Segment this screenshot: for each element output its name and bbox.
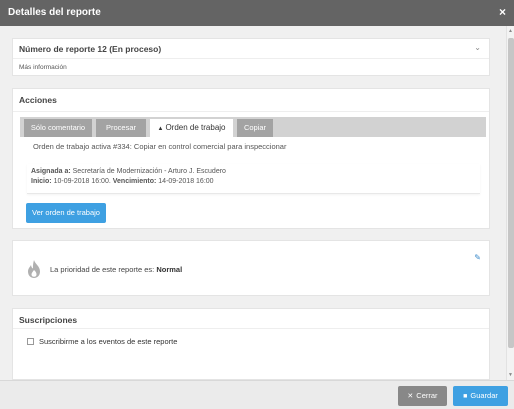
divider xyxy=(13,328,489,329)
close-button[interactable]: ✕ Cerrar xyxy=(398,386,447,406)
dialog-content[interactable]: Número de reporte 12 (En proceso) ⌄ Más … xyxy=(0,26,506,380)
report-panel: Número de reporte 12 (En proceso) ⌄ Más … xyxy=(12,38,490,76)
dialog-footer: ✕ Cerrar ■ Guardar xyxy=(0,380,514,409)
view-work-order-button[interactable]: Ver orden de trabajo xyxy=(26,203,106,223)
assigned-value: Secretaría de Modernización - Arturo J. … xyxy=(72,168,226,175)
tab-orden-de-trabajo-label: Orden de trabajo xyxy=(165,123,226,132)
assignment-row: Asignada a: Secretaría de Modernización … xyxy=(31,168,226,175)
subscriptions-heading: Suscripciones xyxy=(19,315,78,325)
tab-solo-comentario[interactable]: Sólo comentario xyxy=(24,119,92,137)
start-value: 10-09-2018 16:00. xyxy=(53,178,111,185)
active-work-order-text: Orden de trabajo activa #334: Copiar en … xyxy=(33,142,287,151)
priority-panel: La prioridad de este reporte es: Normal … xyxy=(12,240,490,296)
dates-row: Inicio: 10-09-2018 16:00. Vencimiento: 1… xyxy=(31,178,214,185)
floppy-disk-icon: ■ xyxy=(463,393,468,400)
flame-icon xyxy=(28,260,40,278)
tab-orden-de-trabajo[interactable]: ▲ Orden de trabajo xyxy=(150,119,233,137)
more-info-link[interactable]: Más información xyxy=(19,64,67,71)
divider xyxy=(13,111,489,112)
assignment-box: Asignada a: Secretaría de Modernización … xyxy=(27,164,480,194)
report-number-heading: Número de reporte 12 (En proceso) xyxy=(19,44,162,54)
close-icon[interactable]: × xyxy=(499,5,506,19)
vertical-scrollbar[interactable]: ▲ ▼ xyxy=(506,26,514,380)
priority-text: La prioridad de este reporte es: Normal xyxy=(50,265,182,274)
subscribe-checkbox[interactable] xyxy=(27,338,34,345)
actions-heading: Acciones xyxy=(19,95,57,105)
subscriptions-panel: Suscripciones Suscribirme a los eventos … xyxy=(12,308,490,380)
dialog-title: Detalles del reporte xyxy=(8,7,101,18)
priority-value: Normal xyxy=(156,265,183,274)
warning-triangle-icon: ▲ xyxy=(157,126,164,132)
actions-tabbar: Sólo comentario Procesar ▲ Orden de traba… xyxy=(20,117,486,137)
save-button[interactable]: ■ Guardar xyxy=(453,386,508,406)
dialog-titlebar: Detalles del reporte × xyxy=(0,0,514,26)
subscribe-label[interactable]: Suscribirme a los eventos de este report… xyxy=(39,337,177,346)
scroll-up-icon[interactable]: ▲ xyxy=(508,28,513,34)
start-label: Inicio: xyxy=(31,178,52,185)
save-button-label: Guardar xyxy=(470,391,498,400)
close-button-label: Cerrar xyxy=(416,391,438,400)
actions-panel: Acciones Sólo comentario Procesar ▲ Orden… xyxy=(12,88,490,229)
tab-copiar[interactable]: Copiar xyxy=(237,119,273,137)
pencil-icon[interactable]: ✎ xyxy=(474,253,481,262)
scroll-down-icon[interactable]: ▼ xyxy=(508,372,513,378)
chevron-down-icon[interactable]: ⌄ xyxy=(474,43,481,52)
close-icon: ✕ xyxy=(407,393,414,400)
due-label: Vencimiento: xyxy=(112,178,157,185)
priority-label: La prioridad de este reporte es: xyxy=(50,265,155,274)
scrollbar-thumb[interactable] xyxy=(508,38,514,348)
assigned-label: Asignada a: xyxy=(31,168,71,175)
tab-procesar[interactable]: Procesar xyxy=(96,119,146,137)
report-panel-header[interactable]: Número de reporte 12 (En proceso) ⌄ xyxy=(13,39,489,59)
due-value: 14-09-2018 16:00 xyxy=(158,178,214,185)
